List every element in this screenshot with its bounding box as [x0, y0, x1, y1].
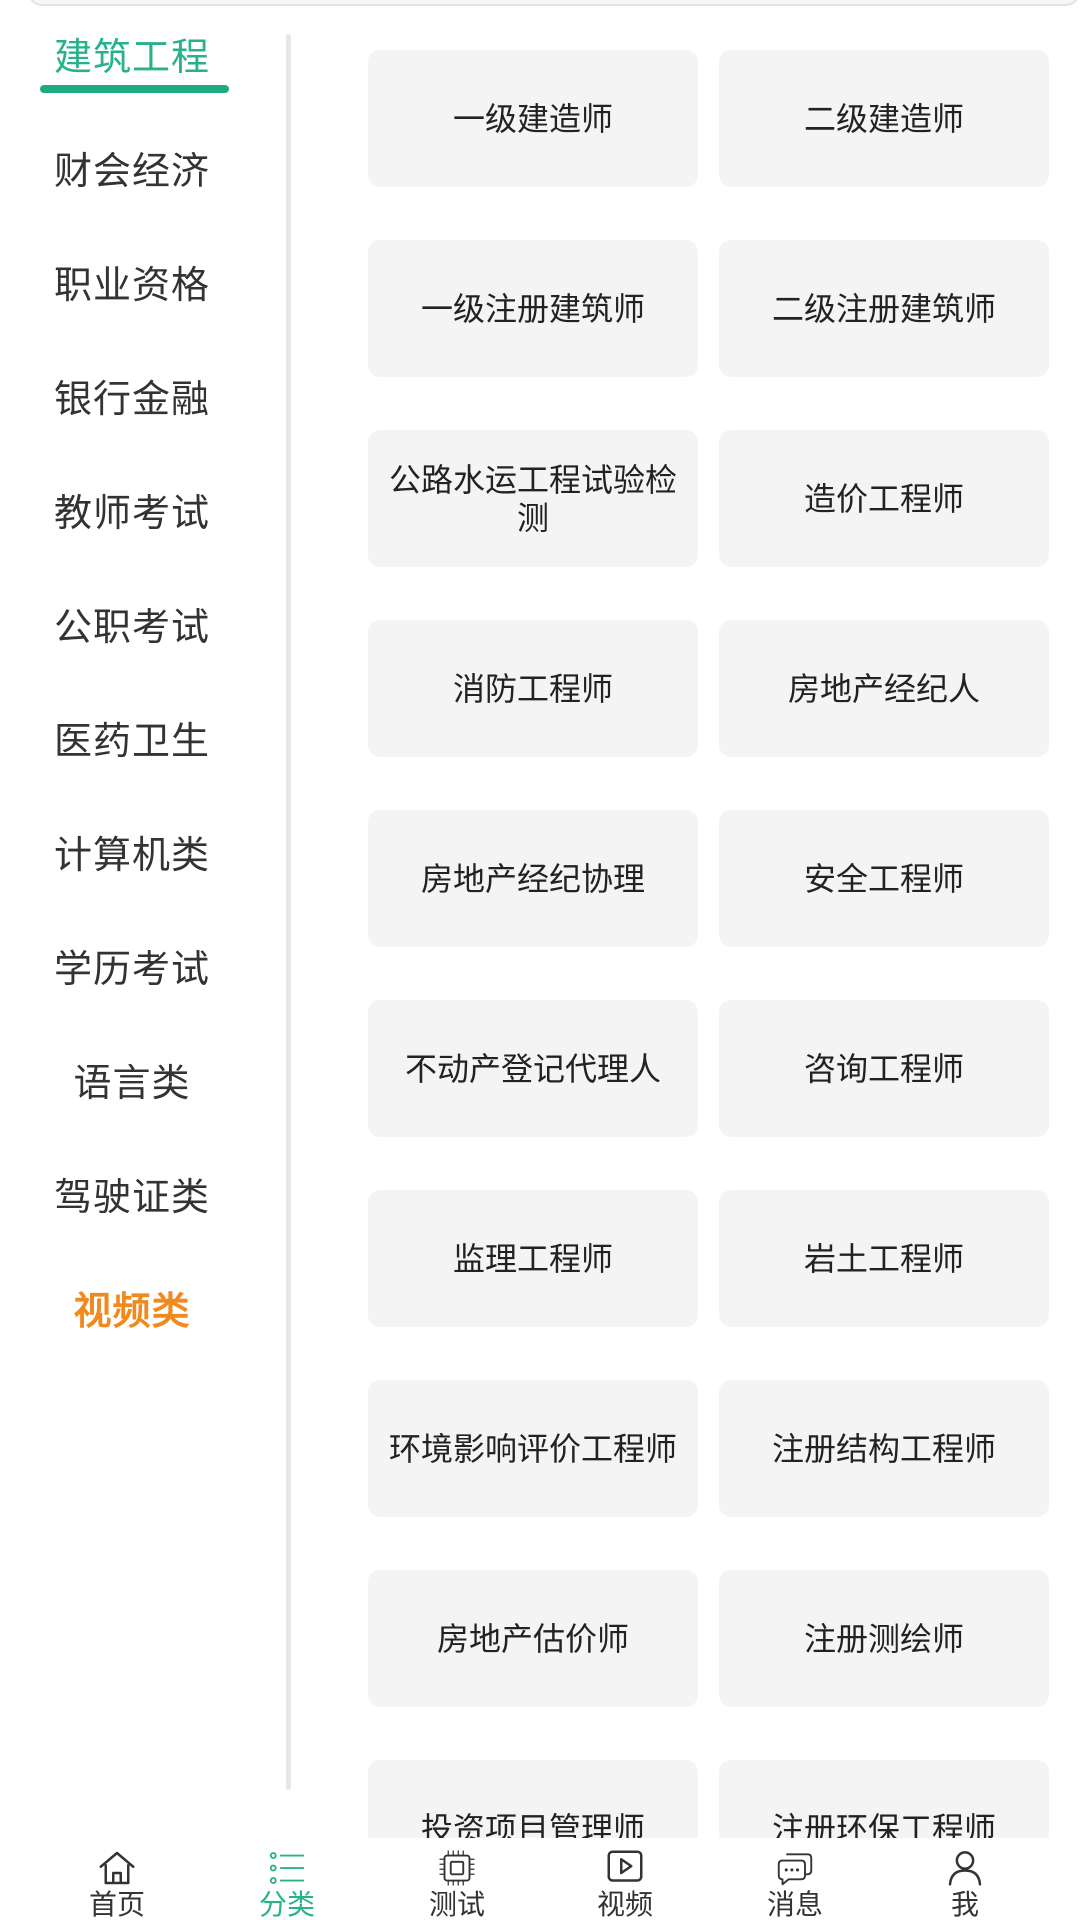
- category-grid: 一级建造师 二级建造师 一级注册建筑师 二级注册建筑师 公路水运工程试验检测 造…: [360, 0, 1060, 1838]
- nav-message[interactable]: 消息: [730, 1838, 860, 1920]
- sidebar-item-teacher-exam[interactable]: 教师考试: [0, 483, 264, 543]
- nav-video-label: 视频: [596, 1888, 653, 1920]
- chip-icon: [439, 1850, 475, 1886]
- sidebar-item-banking[interactable]: 银行金融: [0, 369, 264, 429]
- category-card[interactable]: 消防工程师: [368, 620, 698, 757]
- sidebar-item-computer[interactable]: 计算机类: [0, 825, 264, 885]
- home-icon: [99, 1851, 135, 1885]
- category-sidebar: 建筑工程 财会经济 职业资格 银行金融 教师考试 公职考试 医药卫生 计算机类 …: [0, 0, 268, 1830]
- nav-home[interactable]: 首页: [52, 1838, 182, 1920]
- nav-test[interactable]: 测试: [392, 1838, 522, 1920]
- list-icon: [269, 1852, 305, 1884]
- chat-icon: [777, 1853, 813, 1886]
- nav-message-label: 消息: [766, 1888, 823, 1920]
- nav-profile-label: 我: [950, 1888, 979, 1920]
- nav-home-label: 首页: [88, 1888, 145, 1920]
- category-card[interactable]: 岩土工程师: [719, 1190, 1049, 1327]
- play-icon: [607, 1850, 643, 1882]
- sidebar-item-civil-service[interactable]: 公职考试: [0, 597, 264, 657]
- sidebar-item-video[interactable]: 视频类: [0, 1281, 264, 1341]
- category-card[interactable]: 一级建造师: [368, 50, 698, 187]
- category-card[interactable]: 房地产估价师: [368, 1570, 698, 1707]
- sidebar-item-finance-economics[interactable]: 财会经济: [0, 141, 264, 201]
- sidebar-item-driving[interactable]: 驾驶证类: [0, 1167, 264, 1227]
- category-card[interactable]: 监理工程师: [368, 1190, 698, 1327]
- category-card[interactable]: 房地产经纪人: [719, 620, 1049, 757]
- category-card[interactable]: 造价工程师: [719, 430, 1049, 567]
- category-card[interactable]: 公路水运工程试验检测: [368, 430, 698, 567]
- nav-profile[interactable]: 我: [900, 1838, 1030, 1920]
- category-card[interactable]: 咨询工程师: [719, 1000, 1049, 1137]
- category-card[interactable]: 安全工程师: [719, 810, 1049, 947]
- category-card[interactable]: 二级注册建筑师: [719, 240, 1049, 377]
- category-card[interactable]: 环境影响评价工程师: [368, 1380, 698, 1517]
- category-card[interactable]: 房地产经纪协理: [368, 810, 698, 947]
- category-card[interactable]: 不动产登记代理人: [368, 1000, 698, 1137]
- category-card[interactable]: 二级建造师: [719, 50, 1049, 187]
- category-card[interactable]: 一级注册建筑师: [368, 240, 698, 377]
- active-tab-indicator: [40, 85, 229, 93]
- category-card[interactable]: 注册结构工程师: [719, 1380, 1049, 1517]
- user-icon: [948, 1851, 982, 1886]
- sidebar-item-vocational[interactable]: 职业资格: [0, 255, 264, 315]
- category-card[interactable]: 注册测绘师: [719, 1570, 1049, 1707]
- nav-video[interactable]: 视频: [560, 1838, 690, 1920]
- sidebar-item-medical[interactable]: 医药卫生: [0, 711, 264, 771]
- nav-category-label: 分类: [258, 1888, 315, 1920]
- sidebar-item-academic[interactable]: 学历考试: [0, 939, 264, 999]
- bottom-navigation: 首页 分类 测试 视频 消息 我: [0, 1838, 1080, 1920]
- nav-test-label: 测试: [428, 1888, 485, 1920]
- sidebar-item-language[interactable]: 语言类: [0, 1053, 264, 1113]
- nav-category[interactable]: 分类: [222, 1838, 352, 1920]
- sidebar-divider: [286, 34, 291, 1790]
- sidebar-item-construction[interactable]: 建筑工程: [0, 27, 264, 87]
- category-card[interactable]: 投资项目管理师: [368, 1760, 698, 1838]
- category-card[interactable]: 注册环保工程师: [719, 1760, 1049, 1838]
